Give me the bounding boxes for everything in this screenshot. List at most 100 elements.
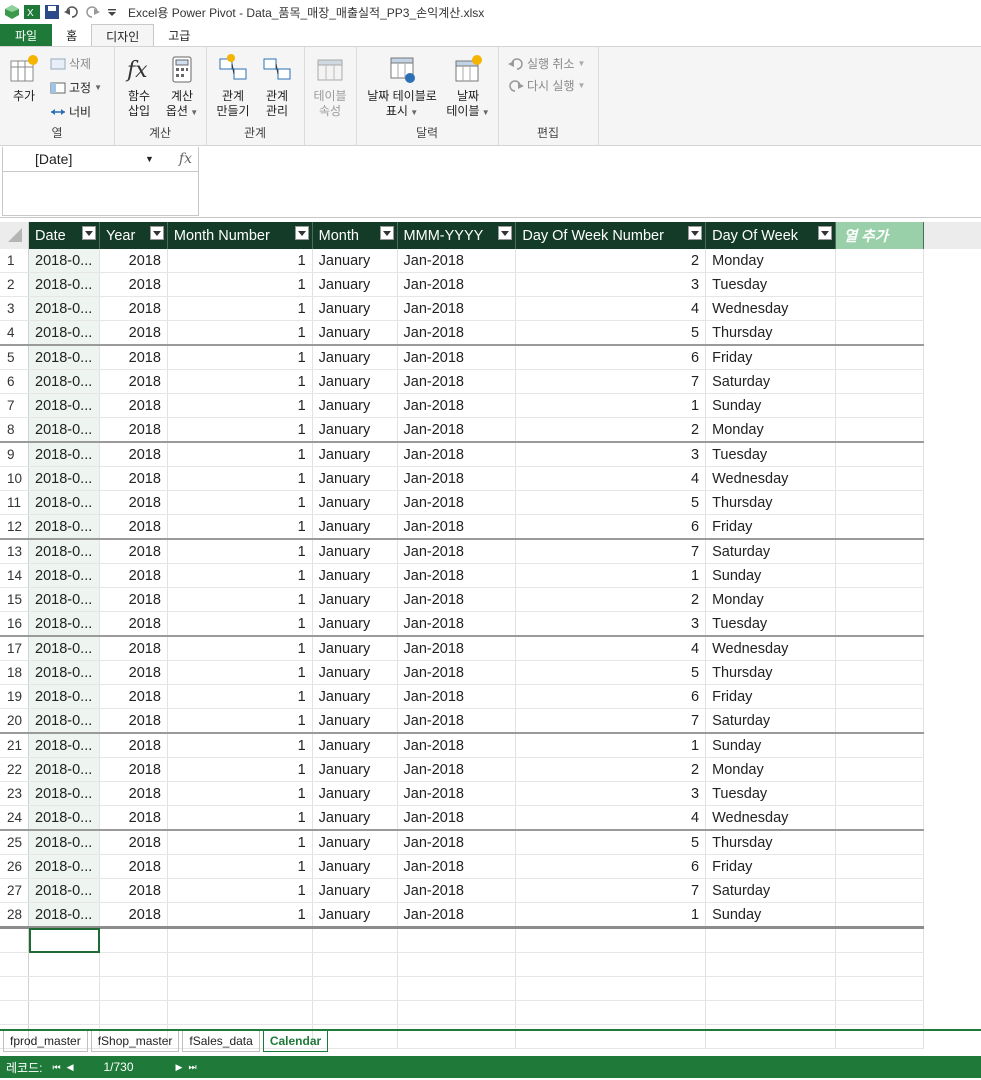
row-number[interactable]: 17 bbox=[0, 636, 30, 661]
cell-year[interactable]: 2018 bbox=[99, 249, 168, 273]
cell-month[interactable]: January bbox=[312, 466, 398, 491]
table-row[interactable]: 2 2018-0... 2018 1 January Jan-2018 3 Tuesday bbox=[0, 272, 981, 297]
calc-options-dropdown-icon[interactable]: ▼ bbox=[188, 108, 198, 117]
cell-date[interactable]: 2018-0... bbox=[28, 417, 101, 443]
power-pivot-icon[interactable] bbox=[4, 4, 20, 20]
undo-dropdown-icon[interactable]: ▼ bbox=[578, 59, 586, 68]
formula-input[interactable] bbox=[2, 171, 199, 216]
empty-cell[interactable] bbox=[0, 1000, 30, 1025]
column-header-year[interactable]: Year bbox=[99, 222, 168, 249]
cell-mmm-yyyy[interactable]: Jan-2018 bbox=[397, 539, 517, 564]
cell-day-of-week-number[interactable]: 2 bbox=[515, 249, 707, 273]
table-row[interactable]: 4 2018-0... 2018 1 January Jan-2018 5 Thursday bbox=[0, 320, 981, 346]
cell-add-column[interactable] bbox=[835, 249, 924, 273]
empty-cell[interactable] bbox=[835, 976, 924, 1001]
cell-day-of-week-number[interactable]: 7 bbox=[515, 369, 707, 394]
cell-add-column[interactable] bbox=[835, 636, 924, 661]
empty-row[interactable] bbox=[0, 976, 981, 1001]
cell-date[interactable]: 2018-0... bbox=[28, 466, 101, 491]
cell-add-column[interactable] bbox=[835, 320, 924, 346]
cell-month-number[interactable]: 1 bbox=[167, 781, 313, 806]
filter-dropdown-icon[interactable] bbox=[498, 226, 513, 240]
cell-year[interactable]: 2018 bbox=[99, 660, 168, 685]
cell-date[interactable]: 2018-0... bbox=[28, 757, 101, 782]
cell-month[interactable]: January bbox=[312, 417, 398, 443]
empty-cell[interactable] bbox=[515, 952, 707, 977]
cell-mmm-yyyy[interactable]: Jan-2018 bbox=[397, 611, 517, 637]
row-number[interactable]: 20 bbox=[0, 708, 30, 734]
cell-day-of-week[interactable]: Monday bbox=[705, 587, 836, 612]
cell-mmm-yyyy[interactable]: Jan-2018 bbox=[397, 878, 517, 903]
cell-day-of-week[interactable]: Saturday bbox=[705, 878, 836, 903]
row-number[interactable]: 1 bbox=[0, 249, 30, 273]
table-row[interactable]: 18 2018-0... 2018 1 January Jan-2018 5 Thursday bbox=[0, 660, 981, 685]
empty-cell[interactable] bbox=[167, 927, 313, 953]
cell-month-number[interactable]: 1 bbox=[167, 345, 313, 370]
row-number[interactable]: 19 bbox=[0, 684, 30, 709]
empty-cell[interactable] bbox=[705, 927, 836, 953]
table-row[interactable]: 8 2018-0... 2018 1 January Jan-2018 2 Monday bbox=[0, 417, 981, 443]
cell-date[interactable]: 2018-0... bbox=[28, 320, 101, 346]
cell-month-number[interactable]: 1 bbox=[167, 733, 313, 758]
undo-icon[interactable] bbox=[64, 4, 80, 20]
empty-cell[interactable] bbox=[397, 927, 517, 953]
empty-row[interactable] bbox=[0, 1000, 981, 1025]
row-number[interactable]: 5 bbox=[0, 345, 30, 370]
empty-cell[interactable] bbox=[0, 976, 30, 1001]
insert-function-button[interactable]: fx 함수 삽입 bbox=[118, 53, 160, 119]
cell-day-of-week-number[interactable]: 6 bbox=[515, 684, 707, 709]
cell-year[interactable]: 2018 bbox=[99, 345, 168, 370]
column-header-day-of-week-number[interactable]: Day Of Week Number bbox=[515, 222, 707, 249]
cell-day-of-week-number[interactable]: 7 bbox=[515, 878, 707, 903]
cell-month[interactable]: January bbox=[312, 345, 398, 370]
cell-day-of-week[interactable]: Wednesday bbox=[705, 466, 836, 491]
cell-mmm-yyyy[interactable]: Jan-2018 bbox=[397, 757, 517, 782]
row-number[interactable]: 21 bbox=[0, 733, 30, 758]
cell-month-number[interactable]: 1 bbox=[167, 878, 313, 903]
row-number[interactable]: 9 bbox=[0, 442, 30, 467]
cell-month[interactable]: January bbox=[312, 854, 398, 879]
cell-add-column[interactable] bbox=[835, 514, 924, 540]
undo-button[interactable]: 실행 취소 ▼ bbox=[508, 55, 585, 72]
filter-dropdown-icon[interactable] bbox=[379, 226, 394, 240]
cell-month[interactable]: January bbox=[312, 369, 398, 394]
cell-day-of-week-number[interactable]: 5 bbox=[515, 490, 707, 515]
cell-date[interactable]: 2018-0... bbox=[28, 272, 101, 297]
cell-day-of-week[interactable]: Monday bbox=[705, 757, 836, 782]
row-number[interactable]: 6 bbox=[0, 369, 30, 394]
cell-month-number[interactable]: 1 bbox=[167, 854, 313, 879]
cell-add-column[interactable] bbox=[835, 417, 924, 443]
cell-month-number[interactable]: 1 bbox=[167, 611, 313, 637]
table-row[interactable]: 9 2018-0... 2018 1 January Jan-2018 3 Tuesday bbox=[0, 442, 981, 467]
cell-year[interactable]: 2018 bbox=[99, 563, 168, 588]
empty-cell[interactable] bbox=[835, 952, 924, 977]
cell-day-of-week[interactable]: Sunday bbox=[705, 563, 836, 588]
cell-day-of-week-number[interactable]: 6 bbox=[515, 514, 707, 540]
date-table-button[interactable]: 날짜 테이블 ▼ bbox=[444, 53, 492, 120]
cell-day-of-week-number[interactable]: 7 bbox=[515, 539, 707, 564]
row-number[interactable]: 14 bbox=[0, 563, 30, 588]
cell-month[interactable]: January bbox=[312, 539, 398, 564]
cell-year[interactable]: 2018 bbox=[99, 272, 168, 297]
empty-cell[interactable] bbox=[835, 927, 924, 953]
next-last-record-icon[interactable]: ▶⏭ bbox=[176, 1062, 203, 1073]
empty-cell[interactable] bbox=[705, 952, 836, 977]
cell-date[interactable]: 2018-0... bbox=[28, 830, 101, 855]
cell-day-of-week-number[interactable]: 2 bbox=[515, 417, 707, 443]
cell-year[interactable]: 2018 bbox=[99, 320, 168, 346]
freeze-dropdown-icon[interactable]: ▼ bbox=[94, 83, 102, 92]
cell-year[interactable]: 2018 bbox=[99, 611, 168, 637]
cell-day-of-week-number[interactable]: 5 bbox=[515, 830, 707, 855]
cell-month-number[interactable]: 1 bbox=[167, 466, 313, 491]
cell-mmm-yyyy[interactable]: Jan-2018 bbox=[397, 466, 517, 491]
cell-date[interactable]: 2018-0... bbox=[28, 249, 101, 273]
cell-day-of-week[interactable]: Wednesday bbox=[705, 805, 836, 831]
cell-month-number[interactable]: 1 bbox=[167, 442, 313, 467]
cell-day-of-week[interactable]: Thursday bbox=[705, 830, 836, 855]
cell-mmm-yyyy[interactable]: Jan-2018 bbox=[397, 781, 517, 806]
cell-year[interactable]: 2018 bbox=[99, 830, 168, 855]
column-header-date[interactable]: Date bbox=[28, 222, 101, 249]
cell-date[interactable]: 2018-0... bbox=[28, 393, 101, 418]
cell-mmm-yyyy[interactable]: Jan-2018 bbox=[397, 587, 517, 612]
row-number[interactable]: 16 bbox=[0, 611, 30, 637]
